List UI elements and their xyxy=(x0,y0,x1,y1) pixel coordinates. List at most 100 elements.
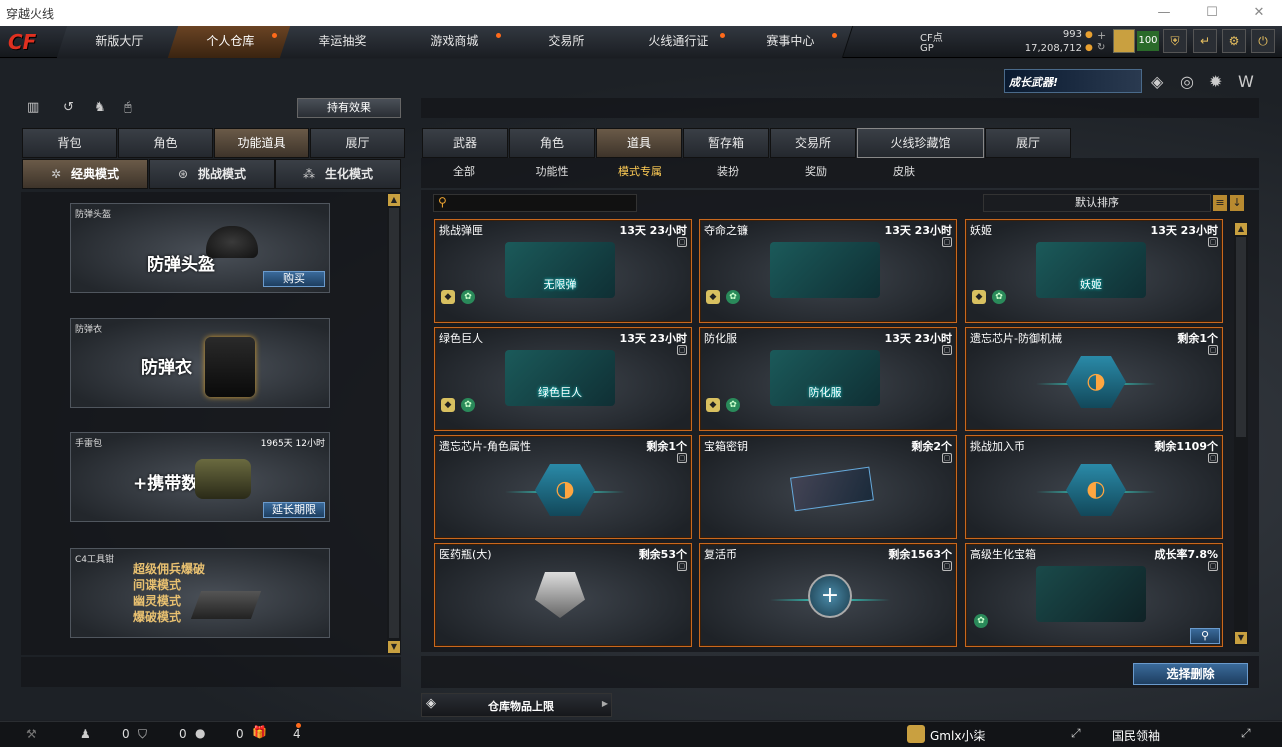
right-scrollbar[interactable]: ▲ ▼ xyxy=(1234,222,1248,646)
channel-name[interactable]: 国民领袖 xyxy=(1112,727,1160,744)
subtab[interactable]: 功能性 xyxy=(520,163,584,183)
minimize-button[interactable]: — xyxy=(1141,0,1187,26)
select-delete-button[interactable]: 选择删除 xyxy=(1133,663,1248,685)
nav-tab[interactable]: 交易所 xyxy=(503,26,630,58)
scroll-up-icon[interactable]: ▲ xyxy=(388,194,400,206)
tools-icon[interactable]: ⚒ xyxy=(26,727,37,741)
cf-logo[interactable]: CF xyxy=(8,30,54,54)
right-tab[interactable]: 武器 xyxy=(422,128,508,158)
wing-icon[interactable]: W xyxy=(1238,72,1254,91)
right-tab[interactable]: 交易所 xyxy=(770,128,856,158)
nav-tab[interactable]: 新版大厅 xyxy=(56,26,183,58)
clan-icon[interactable]: ⛉ xyxy=(138,727,147,742)
item-c4-tool[interactable]: C4工具钳 超级佣兵爆破 间谍模式 幽灵模式 爆破模式 xyxy=(70,548,330,638)
lock-icon[interactable]: ▢ xyxy=(677,453,687,463)
lock-icon[interactable]: ▢ xyxy=(677,345,687,355)
nav-tab[interactable]: 幸运抽奖 xyxy=(279,26,406,58)
username[interactable]: Gmlx小柒 xyxy=(930,727,985,744)
item-card[interactable]: 高级生化宝箱 成长率7.8% ▢ ⚲ ✿ xyxy=(965,543,1223,647)
zoom-button[interactable]: ⚲ xyxy=(1190,628,1220,644)
sort-dropdown[interactable]: 默认排序 xyxy=(983,194,1211,212)
search-box[interactable]: ⚲ xyxy=(433,194,637,212)
left-tab[interactable]: 功能道具 xyxy=(214,128,309,158)
add-icon[interactable]: + xyxy=(1097,29,1106,42)
mode-tab[interactable]: ✲ 经典模式 xyxy=(22,159,148,189)
target-icon[interactable]: ◎ xyxy=(1180,72,1194,91)
refresh-icon[interactable]: ↻ xyxy=(1097,42,1105,53)
item-helmet[interactable]: 防弹头盔 防弹头盔 购买 xyxy=(70,203,330,293)
power-icon[interactable]: ⏻ xyxy=(1251,29,1275,53)
nav-tab[interactable]: 游戏商城 xyxy=(391,26,518,58)
friends-icon[interactable]: ♟ xyxy=(80,727,91,741)
scroll-down-icon[interactable]: ▼ xyxy=(1235,632,1247,644)
left-tab[interactable]: 展厅 xyxy=(310,128,405,158)
expand-icon[interactable]: ⤢ xyxy=(1241,726,1251,741)
rotate-icon[interactable]: ↺ xyxy=(63,100,74,115)
lock-icon[interactable]: ▢ xyxy=(1208,345,1218,355)
lock-icon[interactable]: ▢ xyxy=(942,345,952,355)
gear-icon[interactable]: ⚙ xyxy=(1222,29,1246,53)
buy-button[interactable]: 购买 xyxy=(263,271,325,287)
badge-icon[interactable]: ◈ xyxy=(1151,72,1163,91)
effects-button[interactable]: 持有效果 xyxy=(297,98,401,118)
shield-icon[interactable]: ⛨ xyxy=(1163,29,1187,53)
back-icon[interactable]: ↵ xyxy=(1193,29,1217,53)
mode-tab[interactable]: ⊛ 挑战模式 xyxy=(149,159,275,189)
right-tab[interactable]: 火线珍藏馆 xyxy=(857,128,984,158)
list-icon[interactable]: ≡ xyxy=(1213,195,1227,211)
growth-weapon-banner[interactable]: 成长武器! xyxy=(1004,69,1142,93)
subtab[interactable]: 皮肤 xyxy=(872,163,936,183)
maximize-button[interactable]: ☐ xyxy=(1189,0,1235,26)
lock-icon[interactable]: ▢ xyxy=(1208,237,1218,247)
right-tab[interactable]: 暂存箱 xyxy=(683,128,769,158)
lock-icon[interactable]: ▢ xyxy=(677,561,687,571)
left-tab[interactable]: 背包 xyxy=(22,128,117,158)
scroll-thumb[interactable] xyxy=(389,208,399,638)
item-card[interactable]: 挑战弹匣 13天 23小时 ▢ 无限弹 ◆ ✿ xyxy=(434,219,692,323)
mode-tab[interactable]: ⁂ 生化模式 xyxy=(275,159,401,189)
item-card[interactable]: 遗忘芯片-角色属性 剩余1个 ▢ ◑ xyxy=(434,435,692,539)
right-tab[interactable]: 展厅 xyxy=(985,128,1071,158)
nav-tab[interactable]: 赛事中心 xyxy=(727,26,854,58)
item-card[interactable]: 绿色巨人 13天 23小时 ▢ 绿色巨人 ◆ ✿ xyxy=(434,327,692,431)
item-card[interactable]: 夺命之镰 13天 23小时 ▢ ◆ ✿ xyxy=(699,219,957,323)
scroll-up-icon[interactable]: ▲ xyxy=(1235,223,1247,235)
character-icon[interactable]: ♞ xyxy=(94,100,106,115)
item-card[interactable]: 宝箱密钥 剩余2个 ▢ xyxy=(699,435,957,539)
lock-icon[interactable]: ▢ xyxy=(942,561,952,571)
item-card[interactable]: 妖姬 13天 23小时 ▢ 妖姬 ◆ ✿ xyxy=(965,219,1223,323)
extend-button[interactable]: 延长期限 xyxy=(263,502,325,518)
gift-icon[interactable]: 🎁 xyxy=(252,725,267,739)
subtab[interactable]: 奖励 xyxy=(784,163,848,183)
left-tab[interactable]: 角色 xyxy=(118,128,213,158)
lock-icon[interactable]: ▢ xyxy=(942,237,952,247)
item-card[interactable]: 复活币 剩余1563个 ▢ + xyxy=(699,543,957,647)
lock-icon[interactable]: ▢ xyxy=(942,453,952,463)
subtab[interactable]: 全部 xyxy=(432,163,496,183)
item-card[interactable]: 遗忘芯片-防御机械 剩余1个 ▢ ◑ xyxy=(965,327,1223,431)
sort-arrow-icon[interactable]: ↓ xyxy=(1230,195,1244,211)
item-grenade-pack[interactable]: 手雷包 1965天 12小时 +携带数 延长期限 xyxy=(70,432,330,522)
item-card[interactable]: 防化服 13天 23小时 ▢ 防化服 ◆ ✿ xyxy=(699,327,957,431)
right-tab[interactable]: 角色 xyxy=(509,128,595,158)
scroll-thumb[interactable] xyxy=(1236,237,1246,437)
right-tab[interactable]: 道具 xyxy=(596,128,682,158)
lock-icon[interactable]: ▢ xyxy=(1208,453,1218,463)
chat-icon[interactable]: ● xyxy=(195,726,205,740)
search-input[interactable] xyxy=(454,196,634,210)
nav-tab[interactable]: 个人仓库 xyxy=(167,26,294,58)
left-scrollbar[interactable]: ▲ ▼ xyxy=(387,193,401,655)
item-vest[interactable]: 防弹衣 防弹衣 xyxy=(70,318,330,408)
grenade-icon[interactable]: ✹ xyxy=(1209,72,1222,91)
lock-icon[interactable]: ▢ xyxy=(677,237,687,247)
storage-limit-button[interactable]: ◈ 仓库物品上限 ▶ xyxy=(421,693,612,717)
scroll-down-icon[interactable]: ▼ xyxy=(388,641,400,653)
item-card[interactable]: 挑战加入币 剩余1109个 ▢ ◐ xyxy=(965,435,1223,539)
close-button[interactable]: ✕ xyxy=(1236,0,1282,26)
mouse-icon[interactable]: 🖰 xyxy=(124,100,132,115)
subtab[interactable]: 装扮 xyxy=(696,163,760,183)
lock-icon[interactable]: ▢ xyxy=(1208,561,1218,571)
subtab[interactable]: 模式专属 xyxy=(608,163,672,183)
expand-icon[interactable]: ⤢ xyxy=(1071,726,1081,741)
stats-icon[interactable]: ▥ xyxy=(27,100,39,115)
